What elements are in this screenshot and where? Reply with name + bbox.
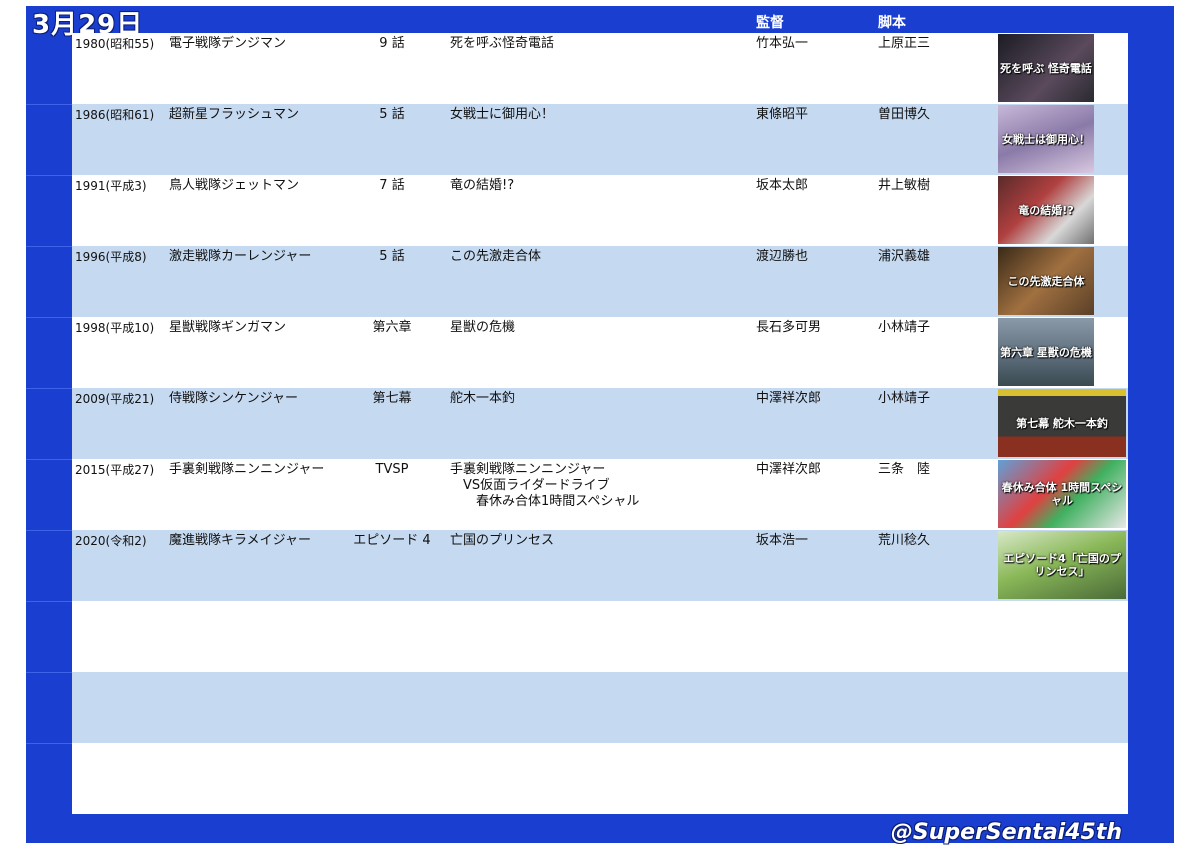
title-cell: 手裏剣戦隊ニンニンジャー VS仮面ライダードライブ 春休み合体1時間スペシャル — [450, 462, 639, 510]
episode-thumbnail: 竜の結婚!? — [998, 176, 1094, 244]
episode-thumbnail: 第七幕 舵木一本釣 — [998, 389, 1126, 457]
episode-thumbnail: 女戦士は御用心！ — [998, 105, 1094, 173]
writer-cell: 曽田博久 — [878, 107, 931, 122]
writer-cell: 小林靖子 — [878, 391, 931, 406]
row-divider — [26, 530, 72, 531]
title-line-3: 春休み合体1時間スペシャル — [450, 494, 640, 509]
director-cell: 坂本太郎 — [756, 178, 809, 193]
table-row: 1980(昭和55) 電子戦隊デンジマン 9 話 死を呼ぶ怪奇電話 竹本弘一 上… — [72, 33, 1128, 104]
thumbnail-caption: 第七幕 舵木一本釣 — [1016, 416, 1108, 430]
episode-thumbnail: 春休み合体 1時間スペシャル — [998, 460, 1126, 528]
writer-cell: 井上敏樹 — [878, 178, 931, 193]
episode-cell: 5 話 — [379, 249, 405, 264]
year-cell: 1996(平成8) — [75, 250, 147, 264]
series-cell: 激走戦隊カーレンジャー — [169, 249, 312, 264]
writer-cell: 小林靖子 — [878, 320, 931, 335]
writer-cell: 上原正三 — [878, 36, 931, 51]
series-cell: 侍戦隊シンケンジャー — [169, 391, 298, 406]
year-cell: 1998(平成10) — [75, 321, 155, 335]
empty-row — [72, 601, 1128, 672]
title-line-2: VS仮面ライダードライブ — [450, 478, 610, 493]
director-cell: 中澤祥次郎 — [756, 391, 822, 406]
episode-thumbnail: この先激走合体 — [998, 247, 1094, 315]
year-cell: 1980(昭和55) — [75, 37, 155, 51]
thumbnail-caption: 第六章 星獣の危機 — [1000, 345, 1092, 359]
writer-header: 脚本 — [878, 15, 906, 31]
thumbnail-caption: 春休み合体 1時間スペシャル — [1001, 481, 1123, 507]
series-cell: 星獣戦隊ギンガマン — [169, 320, 287, 335]
director-cell: 長石多可男 — [756, 320, 822, 335]
table-row: 1986(昭和61) 超新星フラッシュマン 5 話 女戦士に御用心！ 東條昭平 … — [72, 104, 1128, 175]
title-cell: 星獣の危機 — [450, 320, 516, 335]
episode-thumbnail: 第六章 星獣の危機 — [998, 318, 1094, 386]
episode-cell: エピソード 4 — [353, 533, 431, 548]
series-cell: 手裏剣戦隊ニンニンジャー — [169, 462, 325, 477]
row-divider — [26, 175, 72, 176]
row-divider — [26, 246, 72, 247]
thumbnail-caption: エピソード4「亡国のプリンセス」 — [1003, 552, 1121, 578]
episode-cell: 第七幕 — [372, 391, 412, 406]
director-cell: 渡辺勝也 — [756, 249, 809, 264]
episode-cell: 5 話 — [379, 107, 405, 122]
year-cell: 1991(平成3) — [75, 179, 147, 193]
title-line-1: 手裏剣戦隊ニンニンジャー — [450, 462, 606, 477]
thumbnail-caption: この先激走合体 — [1007, 274, 1085, 288]
title-cell: 亡国のプリンセス — [450, 533, 555, 548]
row-divider — [26, 672, 72, 673]
year-cell: 1986(昭和61) — [75, 108, 155, 122]
thumbnail-caption: 竜の結婚!? — [1018, 203, 1074, 217]
empty-row — [72, 743, 1128, 814]
episode-thumbnail: エピソード4「亡国のプリンセス」 — [998, 531, 1126, 599]
row-divider — [26, 104, 72, 105]
thumbnail-caption: 女戦士は御用心！ — [1002, 132, 1090, 146]
row-divider — [26, 459, 72, 460]
series-cell: 超新星フラッシュマン — [169, 107, 300, 122]
series-cell: 魔進戦隊キラメイジャー — [169, 533, 311, 548]
table-row: 1996(平成8) 激走戦隊カーレンジャー 5 話 この先激走合体 渡辺勝也 浦… — [72, 246, 1128, 317]
title-cell: この先激走合体 — [450, 249, 542, 264]
director-cell: 坂本浩一 — [756, 533, 809, 548]
social-handle: @SuperSentai45th — [890, 820, 1122, 845]
row-divider — [26, 388, 72, 389]
empty-row — [72, 672, 1128, 743]
row-divider — [26, 317, 72, 318]
series-cell: 電子戦隊デンジマン — [169, 36, 287, 51]
title-cell: 竜の結婚!? — [450, 178, 515, 193]
table-row: 1998(平成10) 星獣戦隊ギンガマン 第六章 星獣の危機 長石多可男 小林靖… — [72, 317, 1128, 388]
episode-thumbnail: 死を呼ぶ 怪奇電話 — [998, 34, 1094, 102]
title-cell: 舵木一本釣 — [450, 391, 516, 406]
row-divider — [26, 601, 72, 602]
series-cell: 鳥人戦隊ジェットマン — [169, 178, 300, 193]
row-divider — [26, 743, 72, 744]
year-cell: 2015(平成27) — [75, 463, 155, 477]
director-header: 監督 — [756, 15, 784, 31]
year-cell: 2009(平成21) — [75, 392, 155, 406]
director-cell: 東條昭平 — [756, 107, 809, 122]
table-row: 2015(平成27) 手裏剣戦隊ニンニンジャー TVSP 手裏剣戦隊ニンニンジャ… — [72, 459, 1128, 530]
title-cell: 死を呼ぶ怪奇電話 — [450, 36, 555, 51]
table-row: 2009(平成21) 侍戦隊シンケンジャー 第七幕 舵木一本釣 中澤祥次郎 小林… — [72, 388, 1128, 459]
table-row: 2020(令和2) 魔進戦隊キラメイジャー エピソード 4 亡国のプリンセス 坂… — [72, 530, 1128, 601]
thumbnail-caption: 死を呼ぶ 怪奇電話 — [1000, 61, 1092, 75]
episode-cell: 第六章 — [372, 320, 412, 335]
director-cell: 竹本弘一 — [756, 36, 809, 51]
director-cell: 中澤祥次郎 — [756, 462, 822, 477]
writer-cell: 浦沢義雄 — [878, 249, 931, 264]
episode-cell: TVSP — [375, 462, 409, 477]
year-cell: 2020(令和2) — [75, 534, 147, 548]
episode-cell: 9 話 — [379, 36, 405, 51]
title-cell: 女戦士に御用心！ — [450, 107, 555, 122]
episode-cell: 7 話 — [379, 178, 405, 193]
table-row: 1991(平成3) 鳥人戦隊ジェットマン 7 話 竜の結婚!? 坂本太郎 井上敏… — [72, 175, 1128, 246]
writer-cell: 荒川稔久 — [878, 533, 931, 548]
writer-cell: 三条 陸 — [878, 462, 931, 477]
